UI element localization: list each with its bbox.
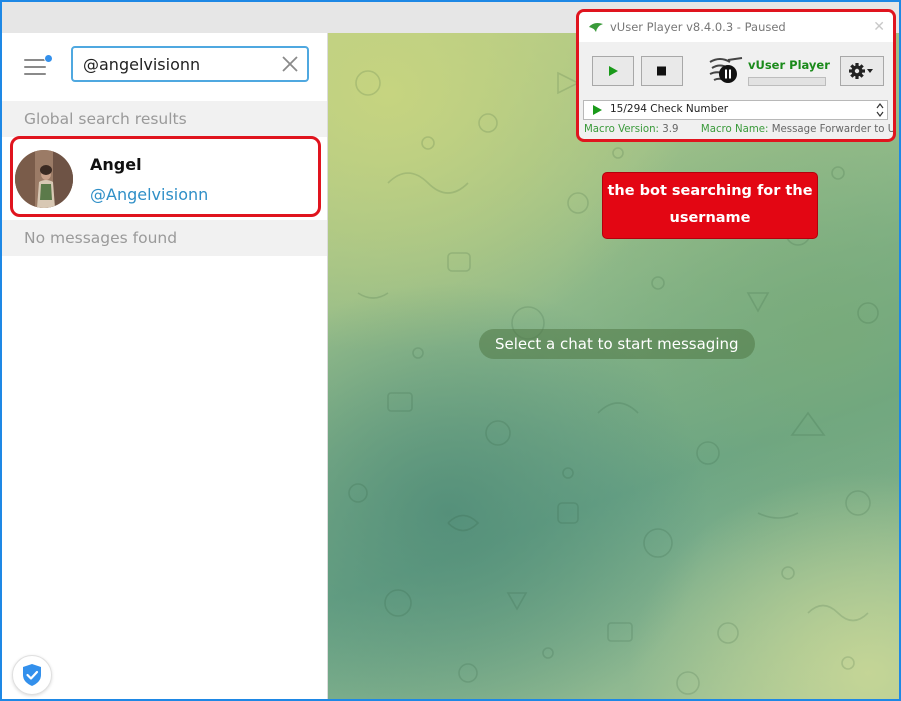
settings-button[interactable] — [840, 56, 884, 86]
empty-list-area — [2, 256, 327, 699]
macro-version-label: Macro Version: — [584, 124, 659, 135]
vuser-logo-text: vUser Player — [748, 58, 830, 72]
app-logo-icon — [589, 23, 603, 32]
pause-icon — [725, 69, 727, 79]
close-button[interactable]: ✕ — [873, 19, 885, 35]
play-icon — [609, 66, 618, 76]
play-icon — [593, 105, 602, 115]
vuser-title-bar: vUser Player v8.4.0.3 - Paused ✕ — [579, 12, 893, 42]
play-button[interactable] — [592, 56, 634, 86]
sidebar: Global search results Angel @Angelvision… — [2, 33, 328, 699]
messages-header: No messages found — [2, 220, 327, 256]
notification-dot — [44, 54, 53, 63]
highlight-box — [10, 136, 321, 217]
shield-check-icon — [23, 664, 41, 686]
global-search-header: Global search results — [2, 101, 327, 137]
security-button[interactable] — [12, 655, 52, 695]
macro-name-label: Macro Name: — [700, 124, 769, 135]
gear-icon — [849, 63, 873, 79]
macro-info: Macro Version: 3.9 Macro Name: Message F… — [584, 124, 896, 135]
vuser-player-window: vUser Player v8.4.0.3 - Paused ✕ vUser P… — [576, 9, 896, 142]
vuser-progress-bar — [748, 77, 826, 86]
callout-line-2: username — [669, 210, 751, 226]
stop-button[interactable] — [641, 56, 683, 86]
annotation-callout: the bot searching for the username — [602, 172, 818, 239]
macro-version-value: 3.9 — [662, 124, 679, 135]
telegram-window: Global search results Angel @Angelvision… — [0, 0, 901, 701]
dropdown-arrow-icon — [867, 69, 873, 73]
robot-hand-icon — [709, 57, 743, 83]
list-scroll-arrows[interactable] — [875, 101, 885, 119]
search-input[interactable] — [83, 54, 273, 74]
close-icon — [282, 56, 298, 72]
vuser-logo: vUser Player — [706, 52, 830, 92]
empty-state-label: Select a chat to start messaging — [479, 329, 755, 359]
macro-list-item[interactable]: 15/294 Check Number — [610, 103, 728, 115]
search-box — [71, 46, 309, 82]
menu-button[interactable] — [24, 54, 53, 77]
callout-line-1: the bot searching for the — [607, 183, 813, 199]
stop-icon — [657, 66, 666, 76]
vuser-title: vUser Player v8.4.0.3 - Paused — [610, 20, 786, 34]
clear-search-button[interactable] — [281, 55, 299, 73]
macro-name-value: Message Forwarder to User — [771, 124, 896, 135]
macro-list[interactable]: 15/294 Check Number — [583, 100, 888, 120]
